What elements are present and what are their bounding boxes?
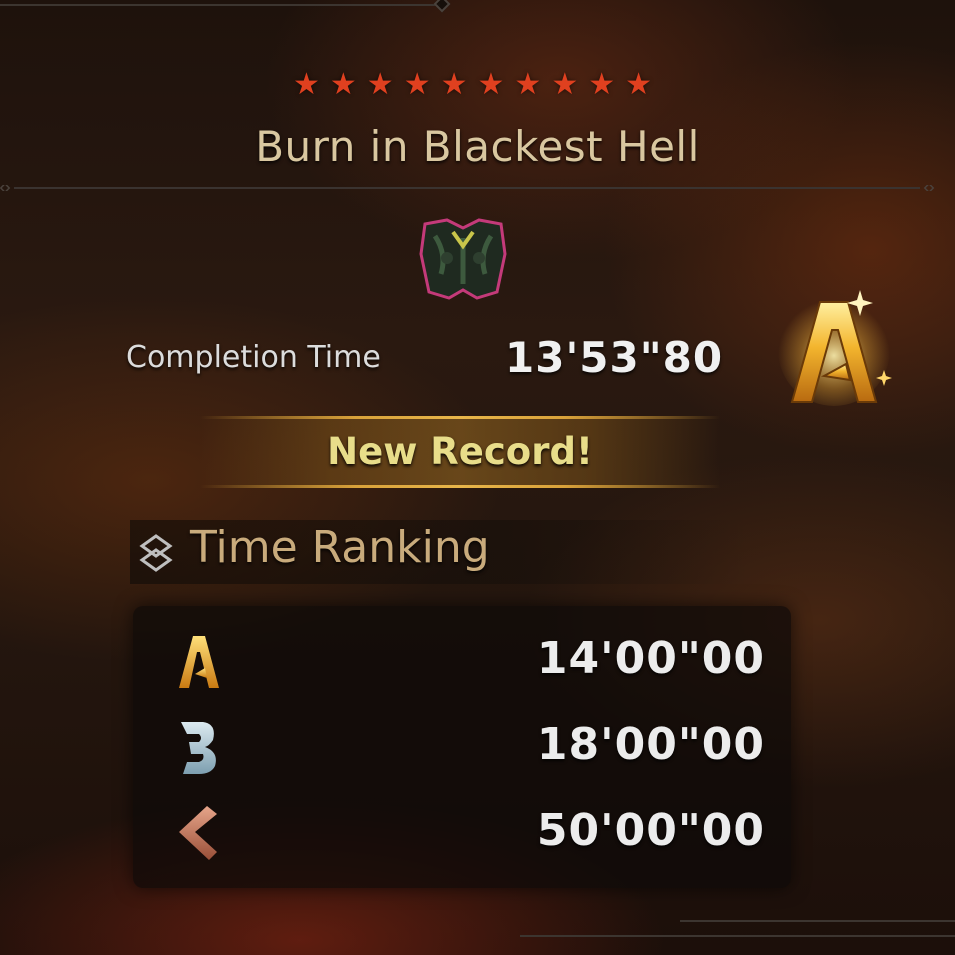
banner-bottom-line (200, 485, 720, 488)
difficulty-star-icon: ★ (403, 67, 441, 102)
achieved-rank-a-icon (778, 290, 892, 406)
rank-row-a: 14'00"00 (133, 618, 791, 704)
rank-c-icon (179, 806, 217, 860)
difficulty-star-icon: ★ (625, 67, 663, 102)
top-frame-line (0, 4, 440, 6)
difficulty-star-icon: ★ (440, 67, 478, 102)
difficulty-star-icon: ★ (477, 67, 515, 102)
difficulty-stars: ★★★★★★★★★★ (0, 68, 955, 102)
completion-time-label: Completion Time (126, 340, 381, 375)
rank-a-icon (179, 636, 219, 688)
rank-b-time: 18'00"00 (536, 719, 765, 770)
time-ranking-table: 14'00"00 18'00"00 50'00"00 (133, 606, 791, 888)
new-record-text: New Record! (327, 430, 593, 473)
rank-row-c: 50'00"00 (133, 790, 791, 876)
bottom-frame-line-lower (520, 935, 955, 937)
difficulty-star-icon: ★ (551, 67, 589, 102)
rank-a-time: 14'00"00 (536, 633, 765, 684)
bottom-frame-line (680, 920, 955, 922)
rank-b-icon (181, 722, 216, 774)
new-record-banner: New Record! (200, 416, 720, 488)
difficulty-star-icon: ★ (329, 67, 367, 102)
rank-c-time: 50'00"00 (536, 805, 765, 856)
time-ranking-title: Time Ranking (190, 522, 490, 573)
banner-top-line (200, 416, 720, 419)
title-divider (0, 185, 935, 191)
monster-icon (419, 218, 507, 300)
top-frame-ornament (433, 0, 451, 13)
difficulty-star-icon: ★ (292, 67, 330, 102)
quest-title: Burn in Blackest Hell (255, 122, 700, 171)
time-ranking-icon (139, 534, 173, 572)
difficulty-star-icon: ★ (366, 67, 404, 102)
difficulty-star-icon: ★ (588, 67, 626, 102)
difficulty-star-icon: ★ (514, 67, 552, 102)
completion-time-value: 13'53"80 (505, 333, 724, 382)
rank-row-b: 18'00"00 (133, 704, 791, 790)
